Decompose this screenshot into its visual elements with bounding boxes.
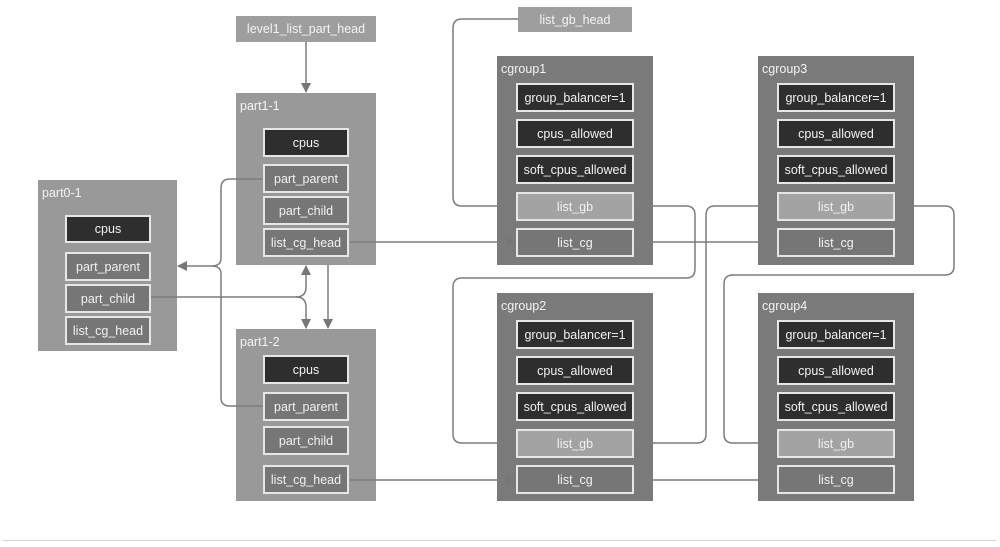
field-part-child: part_child: [263, 196, 349, 225]
field-list-cg-head: list_cg_head: [263, 465, 349, 494]
cgroup-box-cgroup3: cgroup3 group_balancer=1 cpus_allowed so…: [758, 56, 914, 265]
field-list-gb: list_gb: [777, 192, 895, 221]
field-list-gb: list_gb: [516, 192, 634, 221]
field-group-balancer: group_balancer=1: [516, 320, 634, 349]
field-cpus: cpus: [263, 355, 349, 384]
field-list-cg-head: list_cg_head: [263, 228, 349, 257]
field-list-gb: list_gb: [516, 429, 634, 458]
field-list-cg: list_cg: [777, 465, 895, 494]
cgroup-title: cgroup4: [762, 299, 808, 313]
part-box-part1-1: part1-1 cpus part_parent part_child list…: [236, 93, 376, 265]
field-cpus-allowed: cpus_allowed: [777, 119, 895, 148]
field-list-cg: list_cg: [516, 228, 634, 257]
field-cpus-allowed: cpus_allowed: [777, 356, 895, 385]
field-soft-cpus-allowed: soft_cpus_allowed: [777, 392, 895, 421]
field-part-child: part_child: [263, 426, 349, 455]
field-part-child: part_child: [65, 284, 151, 313]
cgroup-title: cgroup3: [762, 62, 808, 76]
bottom-divider: [3, 540, 996, 541]
field-cpus-allowed: cpus_allowed: [516, 356, 634, 385]
cgroup-box-cgroup1: cgroup1 group_balancer=1 cpus_allowed so…: [497, 56, 653, 265]
list-gb-head: list_gb_head: [518, 7, 632, 32]
part-title: part0-1: [42, 186, 82, 200]
field-cpus-allowed: cpus_allowed: [516, 119, 634, 148]
field-soft-cpus-allowed: soft_cpus_allowed: [516, 392, 634, 421]
field-group-balancer: group_balancer=1: [516, 83, 634, 112]
field-list-cg-head: list_cg_head: [65, 316, 151, 345]
field-list-cg: list_cg: [516, 465, 634, 494]
part-title: part1-1: [240, 99, 280, 113]
field-part-parent: part_parent: [263, 164, 349, 193]
field-cpus: cpus: [65, 215, 151, 243]
field-soft-cpus-allowed: soft_cpus_allowed: [777, 155, 895, 184]
field-cpus: cpus: [263, 128, 349, 157]
edge-cgroup2-gb-to-cgroup3: [634, 205, 776, 444]
cgroup-title: cgroup1: [501, 62, 547, 76]
cgroup-box-cgroup4: cgroup4 group_balancer=1 cpus_allowed so…: [758, 293, 914, 501]
cgroup-box-cgroup2: cgroup2 group_balancer=1 cpus_allowed so…: [497, 293, 653, 501]
part-title: part1-2: [240, 335, 280, 349]
part-box-part0-1: part0-1 cpus part_parent part_child list…: [38, 180, 177, 351]
part-box-part1-2: part1-2 cpus part_parent part_child list…: [236, 329, 376, 501]
field-soft-cpus-allowed: soft_cpus_allowed: [516, 155, 634, 184]
field-part-parent: part_parent: [263, 392, 349, 421]
field-group-balancer: group_balancer=1: [777, 83, 895, 112]
edge-part0-1-child-to-part1-2: [295, 296, 311, 329]
cgroup-title: cgroup2: [501, 299, 547, 313]
level1-list-part-head: level1_list_part_head: [236, 16, 376, 42]
field-list-cg: list_cg: [777, 228, 895, 257]
field-part-parent: part_parent: [65, 252, 151, 281]
field-list-gb: list_gb: [777, 429, 895, 458]
field-group-balancer: group_balancer=1: [777, 320, 895, 349]
